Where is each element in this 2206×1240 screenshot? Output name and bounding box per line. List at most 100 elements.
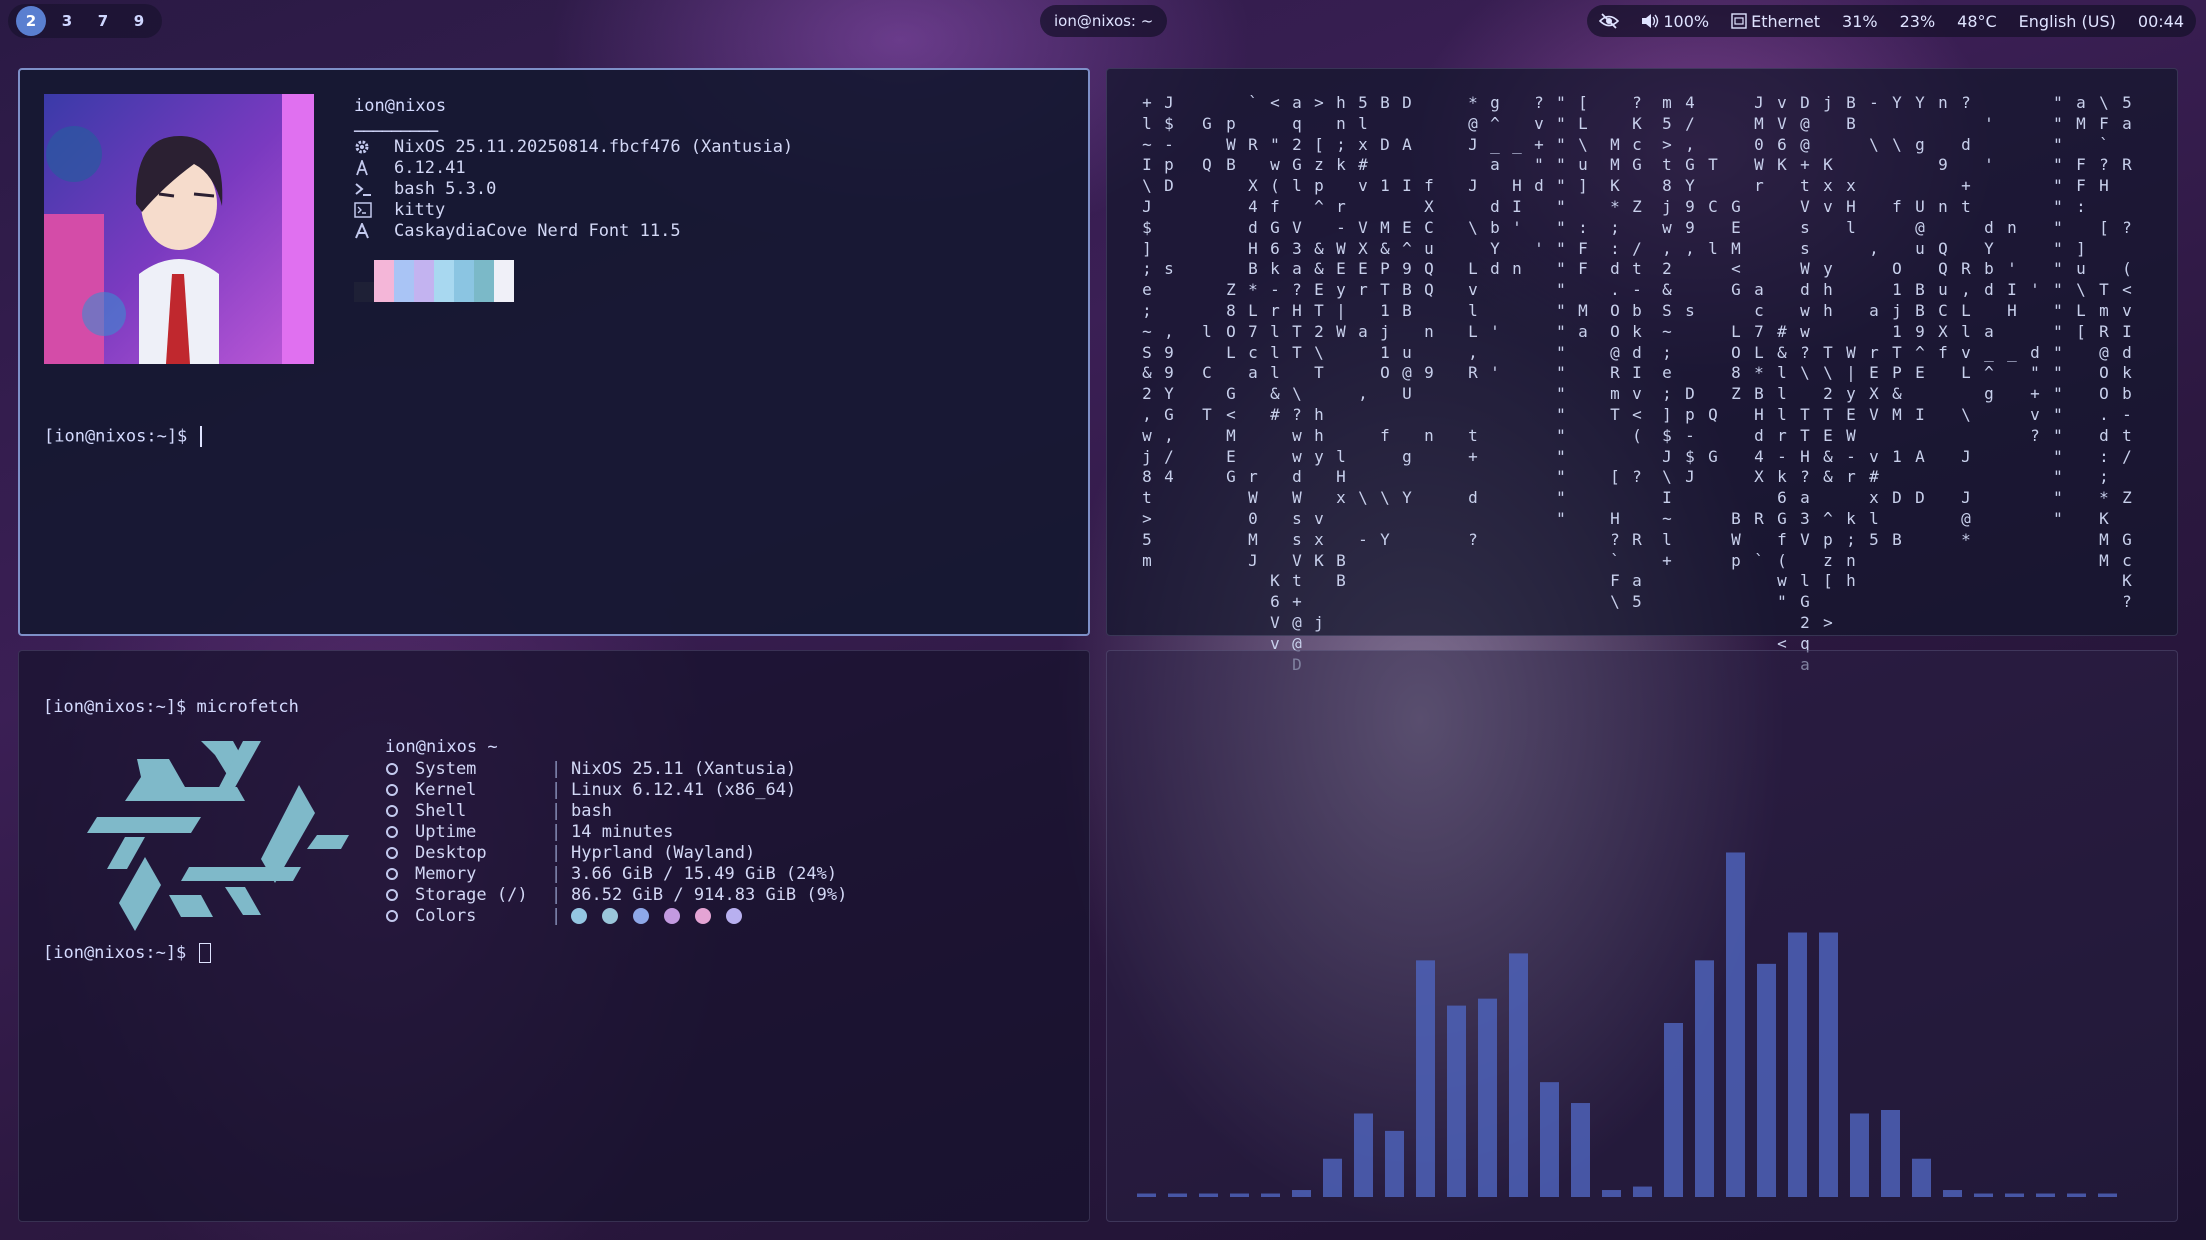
fastfetch-kernel: 6.12.41 xyxy=(394,158,466,178)
matrix-column: n ' I H _ xyxy=(2007,217,2017,362)
eye-off-icon xyxy=(1599,13,1620,29)
matrix-column: 4 / , G Y 9 9 , s D p - $ J xyxy=(1685,93,1695,487)
microfetch-separator: | xyxy=(551,801,562,821)
gear-icon xyxy=(385,762,415,776)
matrix-column: G E M < G L O 8 Z B W p xyxy=(1731,196,1741,570)
speaker-icon xyxy=(1642,14,1659,28)
volume-module[interactable]: 100% xyxy=(1641,12,1709,31)
fastfetch-os-line: NixOS 25.11.20250814.fbcf476 (Xantusia) xyxy=(354,137,793,157)
matrix-column: D A I E ^ 9 B B u @ U g Y xyxy=(1402,93,1412,508)
memory-icon xyxy=(385,867,415,881)
prompt-line[interactable]: [ion@nixos:~]$ xyxy=(43,943,211,963)
microfetch-separator: | xyxy=(551,822,562,842)
microfetch-separator: | xyxy=(551,780,562,800)
spectrum-bar xyxy=(1478,998,1497,1197)
spectrum-bar xyxy=(2036,1193,2055,1197)
spectrum-bar xyxy=(1137,1193,1156,1197)
workspace-switcher: 2 3 7 9 xyxy=(8,4,162,38)
matrix-column: ? K c G Z / t - b k d I v < ( ? R a 5 xyxy=(1632,93,1642,612)
spectrum-bar xyxy=(1199,1193,1218,1197)
microfetch-value: 3.66 GiB / 15.49 GiB (24%) xyxy=(571,864,838,884)
spectrum-bar xyxy=(1695,960,1714,1197)
terminal-fastfetch[interactable]: ion@nixos ───────── NixOS 25.11.20250814… xyxy=(18,68,1090,636)
microfetch-separator: | xyxy=(551,843,562,863)
clock-icon xyxy=(385,825,415,839)
spectrum-bar xyxy=(1602,1190,1621,1197)
color-dot xyxy=(602,908,618,924)
fastfetch-kernel-line: 6.12.41 xyxy=(354,158,466,178)
cpu-module[interactable]: 31% xyxy=(1842,12,1878,31)
command-prompt: [ion@nixos:~]$ xyxy=(43,697,197,717)
nixos-logo-icon xyxy=(87,741,349,931)
command-text: microfetch xyxy=(196,697,299,717)
network-module[interactable]: Ethernet xyxy=(1731,12,1820,31)
spectrum-bar xyxy=(2005,1193,2024,1197)
spectrum-bar xyxy=(1726,852,1745,1197)
matrix-column: < " w ( f G 6 k - r l l l & # K 6 V v xyxy=(1270,93,1280,653)
matrix-column: m 5 > t 8 j w , 2 & S ~ ; e ; ] $ J \ I … xyxy=(1662,93,1672,570)
spectrum-bar xyxy=(1757,963,1776,1197)
microfetch-value: 86.52 GiB / 914.83 GiB (9%) xyxy=(571,885,848,905)
spectrum-bar xyxy=(1230,1193,1249,1197)
prompt-line[interactable]: [ion@nixos:~]$ xyxy=(44,426,202,447)
gear-icon xyxy=(355,140,369,154)
fastfetch-user: ion@nixos xyxy=(354,96,447,116)
matrix-column: h n ; k r - W E y | W l H x B B xyxy=(1336,93,1346,591)
spectrum-bar xyxy=(1292,1190,1311,1197)
color-dot xyxy=(633,908,649,924)
matrix-column: B D 1 M & P T 1 j 1 O f \ Y xyxy=(1380,93,1390,549)
terminal-microfetch[interactable]: [ion@nixos:~]$ microfetch ion@nixos ~ Sy… xyxy=(18,650,1090,1222)
spectrum-bar xyxy=(1385,1130,1404,1197)
temperature: 48°C xyxy=(1957,11,1997,31)
volume-level: 100% xyxy=(1663,11,1710,31)
matrix-column: ' ' d Y b d a _ ^ g xyxy=(1984,113,1994,404)
avatar-image xyxy=(44,94,314,364)
temperature-module[interactable]: 48°C xyxy=(1957,12,1997,31)
text-cursor xyxy=(198,943,211,963)
microfetch-label: Desktop xyxy=(385,843,535,863)
audio-visualizer[interactable] xyxy=(1106,650,2178,1222)
desktop-icon xyxy=(385,846,415,860)
spectrum-bar xyxy=(1974,1193,1993,1197)
avatar xyxy=(44,94,314,364)
spectrum-bar xyxy=(1943,1190,1962,1197)
matrix-column: D @ @ + t V s s W d w w ? \ T T H ? a 3 … xyxy=(1800,93,1810,674)
status-tray: 100% Ethernet 31% 23% 48°C English (US) … xyxy=(1587,5,2196,37)
workspace-button-3[interactable]: 3 xyxy=(52,6,82,36)
matrix-column: v V 6 K # & l l l r - k 6 G f ( w " < xyxy=(1777,93,1787,653)
memory-module[interactable]: 23% xyxy=(1900,12,1936,31)
linux-icon xyxy=(385,783,415,797)
spectrum-bar xyxy=(1819,932,1838,1197)
idle-inhibitor[interactable] xyxy=(1599,12,1620,30)
spectrum-bar xyxy=(1168,1193,1187,1197)
spectrum-bar xyxy=(1509,953,1528,1197)
font-icon xyxy=(355,223,369,239)
matrix-column: " " " " " " " " " " " " " " " " " " " " … xyxy=(2053,93,2063,528)
spectrum-bar xyxy=(1881,1110,1900,1197)
microfetch-label: System xyxy=(385,759,535,779)
matrix-column: + l ~ I \ J $ ] ; e ; ~ S & 2 , w j 8 t … xyxy=(1142,93,1152,570)
microfetch-separator: | xyxy=(551,885,562,905)
spectrum-bar xyxy=(1571,1103,1590,1197)
microfetch-label: Storage (/) xyxy=(385,885,535,905)
palette-swatch xyxy=(434,260,454,302)
terminal-matrix[interactable]: + l ~ I \ J $ ] ; e ; ~ S & 2 , w j 8 t … xyxy=(1106,68,2178,674)
clock-module[interactable]: 00:44 xyxy=(2138,12,2184,31)
microfetch-label: Kernel xyxy=(385,780,535,800)
keyboard-layout-module[interactable]: English (US) xyxy=(2019,12,2116,31)
matrix-column: p W B Z 8 O L G < M E G xyxy=(1226,113,1236,487)
palette-swatch xyxy=(454,260,474,302)
ethernet-icon xyxy=(1731,13,1747,29)
matrix-column: 5 l x # v V X E r a , \ - xyxy=(1358,93,1368,549)
palette-icon xyxy=(385,909,415,923)
matrix-column: _ H I ' n xyxy=(1512,134,1522,279)
workspace-button-9[interactable]: 9 xyxy=(124,6,154,36)
workspace-button-2[interactable]: 2 xyxy=(16,6,46,36)
matrix-column: Y g U @ u B B 9 ^ E I A D xyxy=(1915,93,1925,508)
matrix-column: \ F ` ? H [ T m R @ O O . d : ; * K M M xyxy=(2099,93,2109,570)
fastfetch-os: NixOS 25.11.20250814.fbcf476 (Xantusia) xyxy=(394,137,794,157)
workspace-button-7[interactable]: 7 xyxy=(88,6,118,36)
color-dot xyxy=(726,908,742,924)
matrix-column: J $ - p D s , 9 9 Y G , / 4 xyxy=(1164,93,1174,487)
matrix-column: [ L \ u ] : F F M a xyxy=(1578,93,1588,341)
